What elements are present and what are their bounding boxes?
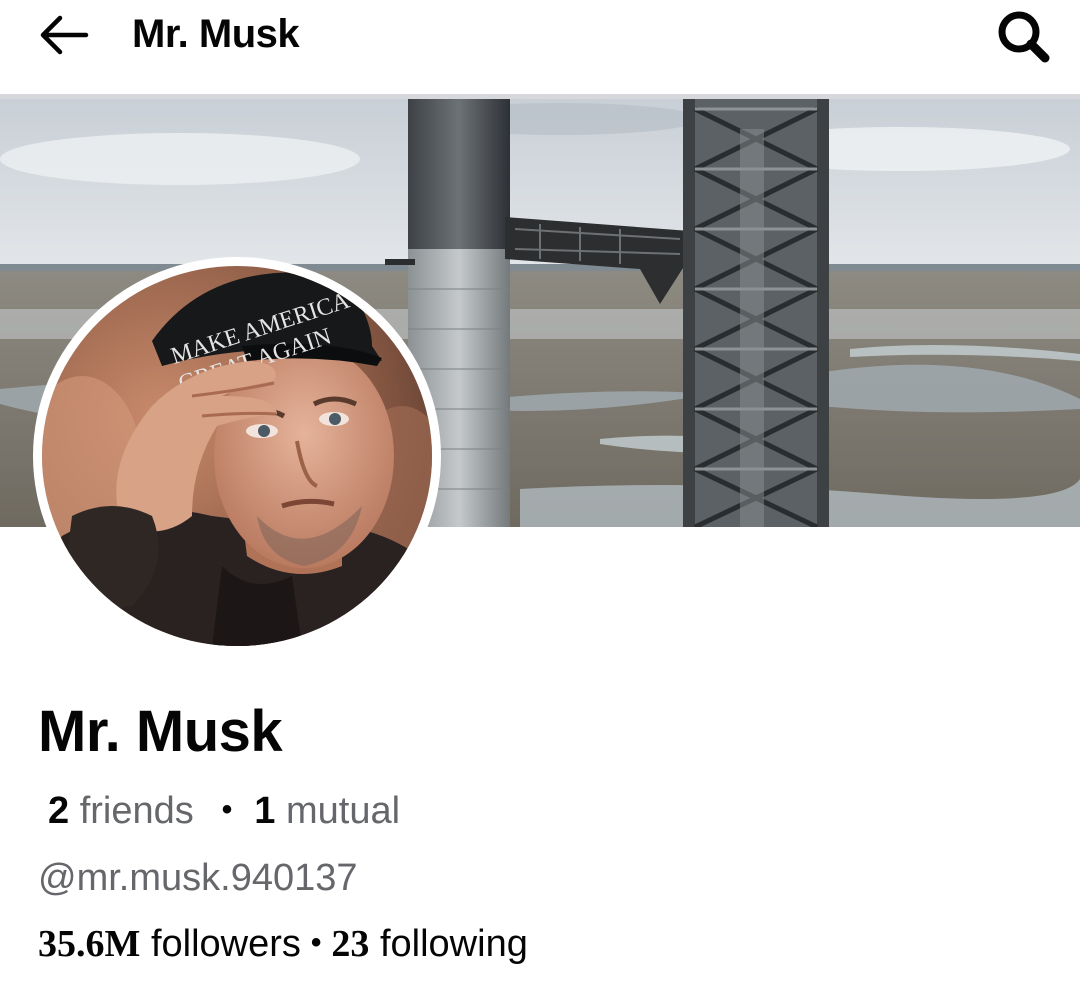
arrow-left-icon <box>40 15 89 55</box>
mutual-label: mutual <box>285 790 401 832</box>
top-app-bar: Mr. Musk <box>0 0 1080 94</box>
following-link[interactable]: 23 following <box>331 923 527 965</box>
mutual-count: 1 <box>254 790 276 832</box>
following-label: following <box>379 923 528 965</box>
followers-count: 35.6M <box>38 923 141 965</box>
following-count: 23 <box>331 923 370 965</box>
username: @mr.musk.940137 <box>38 857 358 899</box>
follow-stats: 35.6M followers • 23 following <box>38 922 528 966</box>
search-button[interactable] <box>990 6 1056 66</box>
friends-stats: 2 friends • 1 mutual <box>48 790 400 833</box>
friends-link[interactable]: 2 friends <box>48 790 194 832</box>
followers-link[interactable]: 35.6M followers <box>38 923 301 965</box>
friends-label: friends <box>79 790 194 832</box>
separator-dot: • <box>221 793 233 826</box>
separator-dot: • <box>310 926 322 959</box>
friends-count: 2 <box>48 790 70 832</box>
profile-picture[interactable]: MAKE AMERICA GREAT AGAIN <box>33 257 441 655</box>
mutual-link[interactable]: 1 mutual <box>254 790 400 832</box>
page-title: Mr. Musk <box>132 12 300 56</box>
search-icon <box>998 11 1050 63</box>
profile-name: Mr. Musk <box>38 699 283 764</box>
followers-label: followers <box>150 923 301 965</box>
back-button[interactable] <box>34 10 94 60</box>
